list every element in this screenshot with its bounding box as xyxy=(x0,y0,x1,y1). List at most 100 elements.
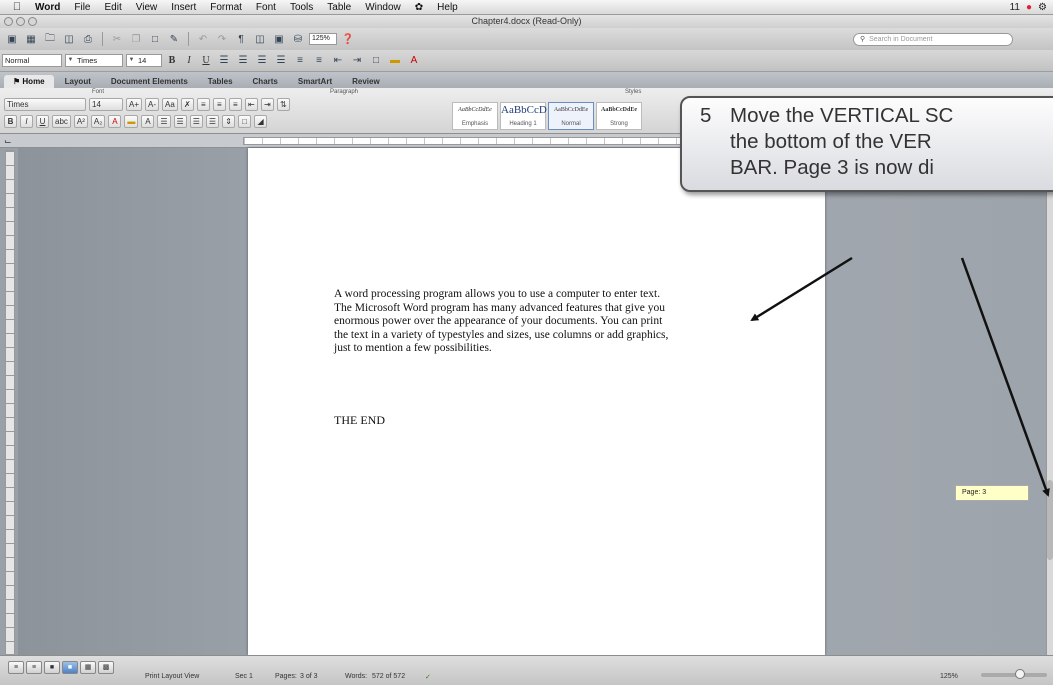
style-heading-1[interactable]: AaBbCcD Heading 1 xyxy=(500,102,547,130)
tab-home[interactable]: ⚑ Home xyxy=(4,75,54,88)
new-document-icon[interactable]: ▣ xyxy=(4,32,20,47)
draft-view-icon[interactable]: ≡ xyxy=(8,661,24,674)
zoom-slider[interactable] xyxy=(981,669,1047,679)
help-icon[interactable]: ❓ xyxy=(340,32,356,47)
font-color-icon[interactable]: A xyxy=(406,53,422,68)
tab-tables[interactable]: Tables xyxy=(199,75,242,88)
gear-icon[interactable]: ⚙ xyxy=(1038,2,1047,13)
open-folder-icon[interactable]: 🗀 xyxy=(42,32,58,47)
menu-table[interactable]: Table xyxy=(320,2,358,13)
shading-button[interactable]: ◢ xyxy=(254,115,268,128)
bold-button[interactable]: B xyxy=(165,55,179,66)
format-painter-icon[interactable]: ✎ xyxy=(166,32,182,47)
notebook-view-icon[interactable]: ▦ xyxy=(80,661,96,674)
menu-file[interactable]: File xyxy=(67,2,97,13)
menu-edit[interactable]: Edit xyxy=(98,2,129,13)
zoom-slider-knob[interactable] xyxy=(1015,669,1025,679)
tab-charts[interactable]: Charts xyxy=(244,75,287,88)
menu-insert[interactable]: Insert xyxy=(164,2,203,13)
focus-view-icon[interactable]: ▩ xyxy=(98,661,114,674)
cut-icon[interactable]: ✂ xyxy=(109,32,125,47)
status-indicator[interactable]: 11 xyxy=(1010,2,1020,13)
toolbox-icon[interactable]: ▣ xyxy=(271,32,287,47)
change-case-button[interactable]: Aa xyxy=(162,98,178,111)
save-icon[interactable]: ◫ xyxy=(61,32,77,47)
align-right-icon[interactable]: ☰ xyxy=(254,53,270,68)
align-right-button[interactable]: ☰ xyxy=(189,115,203,128)
app-status-icon[interactable]: ● xyxy=(1026,2,1032,13)
style-normal[interactable]: AaBbCcDdEe Normal xyxy=(548,102,594,130)
style-emphasis[interactable]: AaBbCcDdEe Emphasis xyxy=(452,102,498,130)
document-body[interactable]: A word processing program allows you to … xyxy=(334,288,744,356)
style-strong[interactable]: AaBbCcDdEe Strong xyxy=(596,102,642,130)
borders-icon[interactable]: □ xyxy=(368,53,384,68)
vertical-scrollbar[interactable] xyxy=(1046,148,1053,655)
menu-window[interactable]: Window xyxy=(358,2,408,13)
shrink-font-button[interactable]: A- xyxy=(145,98,160,111)
zoom-field[interactable]: 125% xyxy=(309,33,337,45)
line-spacing-button[interactable]: ⇕ xyxy=(222,115,236,128)
font-color-button[interactable]: A xyxy=(108,115,122,128)
copy-icon[interactable]: ❐ xyxy=(128,32,144,47)
menu-tools[interactable]: Tools xyxy=(283,2,320,13)
bullets-icon[interactable]: ≡ xyxy=(292,53,308,68)
clear-formatting-button[interactable]: ✗ xyxy=(180,98,194,111)
sort-button[interactable]: ⇅ xyxy=(276,98,290,111)
underline-button[interactable]: U xyxy=(199,55,213,66)
sidebar-icon[interactable]: ◫ xyxy=(252,32,268,47)
menu-view[interactable]: View xyxy=(129,2,165,13)
tab-layout[interactable]: Layout xyxy=(56,75,100,88)
tab-smartart[interactable]: SmartArt xyxy=(289,75,341,88)
menu-font[interactable]: Font xyxy=(249,2,283,13)
apple-icon[interactable]:  xyxy=(6,1,28,13)
media-browser-icon[interactable]: ⛁ xyxy=(290,32,306,47)
highlight-icon[interactable]: ▬ xyxy=(387,53,403,68)
text-effects-button[interactable]: A xyxy=(141,115,155,128)
spelling-check-icon[interactable]: ✓ xyxy=(425,673,431,681)
highlight-button[interactable]: ▬ xyxy=(124,115,139,128)
decrease-indent-icon[interactable]: ⇤ xyxy=(330,53,346,68)
vertical-scroll-thumb[interactable] xyxy=(1047,480,1053,560)
print-icon[interactable]: ⎙ xyxy=(80,32,96,47)
ruler-track[interactable] xyxy=(243,137,695,145)
style-select[interactable]: Normal xyxy=(2,54,62,67)
tab-review[interactable]: Review xyxy=(343,75,389,88)
tab-stop-selector-icon[interactable]: ⌙ xyxy=(4,136,12,147)
increase-indent-button[interactable]: ⇥ xyxy=(260,98,274,111)
align-left-button[interactable]: ☰ xyxy=(157,115,171,128)
menu-word[interactable]: Word xyxy=(28,2,67,13)
italic-button-ribbon[interactable]: I xyxy=(20,115,33,128)
numbering-button[interactable]: ≡ xyxy=(212,98,226,111)
subscript-button[interactable]: A₂ xyxy=(90,115,106,128)
superscript-button[interactable]: A² xyxy=(73,115,88,128)
justify-button[interactable]: ☰ xyxy=(205,115,220,128)
document-page[interactable]: A word processing program allows you to … xyxy=(248,148,825,655)
multilevel-list-button[interactable]: ≡ xyxy=(228,98,242,111)
align-center-icon[interactable]: ☰ xyxy=(235,53,251,68)
words-value[interactable]: 572 of 572 xyxy=(372,673,405,680)
underline-button-ribbon[interactable]: U xyxy=(36,115,49,128)
align-center-button[interactable]: ☰ xyxy=(173,115,187,128)
italic-button[interactable]: I xyxy=(182,55,196,66)
bullets-button[interactable]: ≡ xyxy=(196,98,210,111)
increase-indent-icon[interactable]: ⇥ xyxy=(349,53,365,68)
search-input[interactable]: ⚲ Search in Document xyxy=(853,33,1013,46)
tab-document-elements[interactable]: Document Elements xyxy=(102,75,197,88)
outline-view-icon[interactable]: ≡ xyxy=(26,661,42,674)
templates-icon[interactable]: ▦ xyxy=(23,32,39,47)
pilcrow-icon[interactable]: ¶ xyxy=(233,32,249,47)
script-menu-icon[interactable]: ✿ xyxy=(408,2,430,13)
undo-icon[interactable]: ↶ xyxy=(195,32,211,47)
bold-button-ribbon[interactable]: B xyxy=(4,115,17,128)
size-select[interactable]: ▼ 14 xyxy=(126,54,162,67)
borders-button[interactable]: □ xyxy=(238,115,252,128)
decrease-indent-button[interactable]: ⇤ xyxy=(244,98,258,111)
numbering-icon[interactable]: ≡ xyxy=(311,53,327,68)
align-left-icon[interactable]: ☰ xyxy=(216,53,232,68)
strikethrough-button[interactable]: abc xyxy=(52,115,71,128)
redo-icon[interactable]: ↷ xyxy=(214,32,230,47)
grow-font-button[interactable]: A+ xyxy=(126,98,143,111)
justify-icon[interactable]: ☰ xyxy=(273,53,289,68)
publishing-view-icon[interactable]: ■ xyxy=(44,661,60,674)
menu-format[interactable]: Format xyxy=(203,2,249,13)
